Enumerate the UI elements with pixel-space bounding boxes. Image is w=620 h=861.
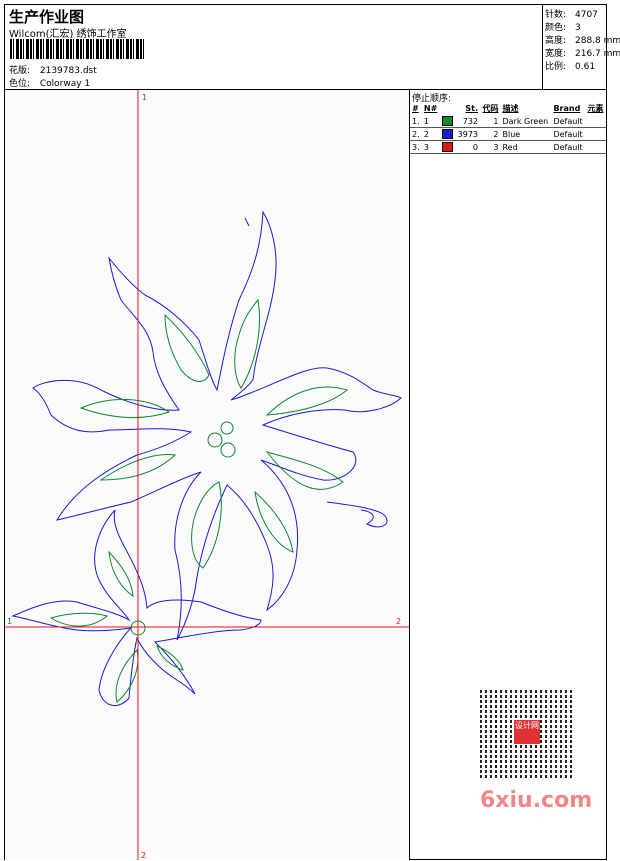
petal-right: [265, 386, 349, 416]
production-sheet: 生产作业图 Wilcom(汇宏) 绣饰工作室 花版: 2139783.dst 色…: [4, 4, 620, 860]
barcode: [10, 39, 146, 59]
row-stitches: 0: [455, 140, 481, 154]
petal-right-lower: [265, 451, 344, 490]
row-swatch: [439, 127, 456, 141]
studio-name: Wilcom(汇宏) 绣饰工作室: [9, 29, 127, 40]
sheet-header: 生产作业图 Wilcom(汇宏) 绣饰工作室 花版: 2139783.dst 色…: [5, 5, 620, 90]
row-code: 1: [480, 115, 501, 128]
colorway-label: 色位:: [9, 79, 31, 89]
watermark-logo: 6xiu.com: [480, 788, 593, 813]
color-swatch: [441, 129, 453, 139]
stat-scale: 比例: 0.61: [545, 59, 595, 72]
stat-value: 4707: [575, 10, 598, 20]
stat-value: 216.7 mm: [575, 49, 620, 59]
petal-left-upper: [164, 313, 210, 382]
stop-sequence-table: # N# St. 代码 描述 Brand 元素 1. 1 732 1 Dark …: [410, 102, 606, 154]
stat-label: 宽度:: [545, 49, 567, 59]
watermark-stamp: 设计网: [514, 720, 540, 744]
stat-colors: 颜色: 3: [545, 20, 581, 33]
row-desc: Dark Green: [500, 115, 552, 128]
stat-value: 0.61: [575, 62, 596, 72]
row-stitches: 3973: [455, 127, 481, 141]
row-code: 2: [480, 127, 501, 141]
design-file-value: 2139783.dst: [39, 66, 97, 76]
row-stitches: 732: [455, 115, 481, 128]
stats-panel: 针数: 4707 颜色: 3 高度: 288.8 mm 宽度: 216.7 mm 比例:…: [542, 5, 620, 89]
row-element: [585, 140, 606, 154]
color-swatch: [441, 142, 453, 152]
table-row[interactable]: 3. 3 0 3 Red Default: [410, 140, 606, 154]
petal-top: [234, 298, 260, 389]
embroidery-preview: 1 1 2 2: [5, 90, 409, 860]
stat-width: 宽度: 216.7 mm: [545, 46, 620, 59]
tendril-outline: [326, 501, 388, 528]
design-file-label: 花版:: [9, 66, 31, 76]
row-desc: Blue: [500, 127, 552, 141]
row-brand: Default: [551, 115, 586, 128]
flower-center-2: [220, 421, 234, 435]
qr-code: 设计网: [472, 684, 588, 782]
small-flower-outline: [11, 509, 262, 706]
flower-design: [11, 210, 402, 706]
small-petal-left: [49, 612, 109, 627]
row-swatch: [439, 115, 456, 128]
row-index: 1.: [410, 115, 422, 128]
col-desc: 描述: [502, 104, 519, 113]
row-brand: Default: [551, 140, 586, 154]
color-swatch: [441, 116, 453, 126]
col-n: N#: [423, 104, 438, 113]
flower-center-3: [220, 442, 236, 458]
row-brand: Default: [551, 127, 586, 141]
petal-bottom: [191, 481, 222, 569]
row-n: 1: [421, 115, 440, 128]
row-index: 2.: [410, 127, 422, 141]
colorway-row: 色位: Colorway 1: [9, 76, 90, 89]
stat-stitches: 针数: 4707: [545, 7, 598, 20]
row-desc: Red: [500, 140, 552, 154]
flower-center-1: [207, 432, 223, 448]
col-index: #: [412, 104, 419, 113]
stat-value: 3: [575, 23, 581, 33]
design-file-row: 花版: 2139783.dst: [9, 63, 97, 76]
axis-label-bottom: 2: [141, 851, 146, 860]
col-code: 代码: [482, 104, 499, 113]
table-row[interactable]: 2. 2 3973 2 Blue Default: [410, 127, 606, 141]
row-code: 3: [480, 140, 501, 154]
axis-label-left: 1: [7, 617, 12, 626]
col-stitches: St.: [465, 104, 479, 113]
table-row[interactable]: 1. 1 732 1 Dark Green Default: [410, 115, 606, 128]
stat-value: 288.8 mm: [575, 36, 620, 46]
row-element: [585, 115, 606, 128]
small-petal-top: [108, 550, 134, 598]
table-header-row: # N# St. 代码 描述 Brand 元素: [410, 102, 606, 115]
stat-label: 颜色:: [545, 23, 567, 33]
row-n: 2: [421, 127, 440, 141]
small-petal-bottom: [115, 648, 139, 703]
col-swatch: [440, 102, 455, 115]
sheet-title: 生产作业图: [9, 8, 85, 26]
petal-bottom-right: [254, 490, 294, 553]
stat-label: 针数:: [545, 10, 567, 20]
stat-height: 高度: 288.8 mm: [545, 33, 620, 46]
row-element: [585, 127, 606, 141]
axes: [5, 90, 409, 860]
col-brand: Brand: [553, 104, 581, 113]
row-index: 3.: [410, 140, 422, 154]
row-swatch: [439, 140, 456, 154]
large-flower-outline: [32, 210, 402, 641]
stat-label: 高度:: [545, 36, 567, 46]
row-n: 3: [421, 140, 440, 154]
stat-label: 比例:: [545, 62, 567, 72]
stop-sequence-panel: 停止顺序: # N# St. 代码 描述 Brand 元素 1. 1 732 1…: [410, 90, 606, 860]
stem-outline: [244, 217, 250, 227]
design-canvas[interactable]: 1 1 2 2: [5, 90, 410, 860]
col-element: 元素: [587, 104, 604, 113]
axis-label-right: 2: [396, 617, 401, 626]
axis-label-top: 1: [142, 93, 147, 102]
colorway-value: Colorway 1: [39, 79, 91, 89]
